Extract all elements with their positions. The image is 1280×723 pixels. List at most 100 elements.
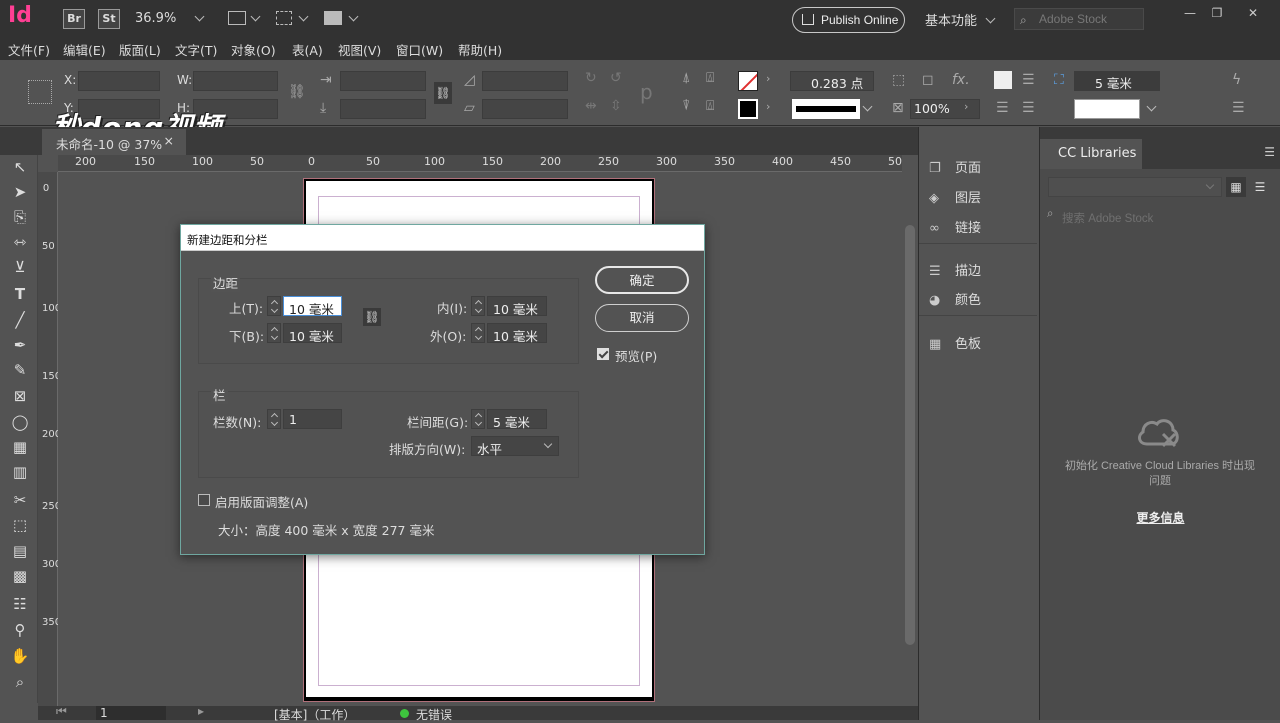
quick-apply-icon[interactable]: ϟ [1232,72,1241,88]
frame-fitting-icon[interactable]: ⬚ [892,72,905,88]
bottom-margin-field[interactable]: 10 毫米 [283,323,342,344]
eyedropper-tool-icon[interactable]: ⚲ [10,621,30,641]
workspace-switcher[interactable]: 基本功能 [925,10,996,29]
align-icon[interactable] [994,71,1012,89]
list-view-icon[interactable]: ☰ [1250,177,1270,197]
pencil-tool-icon[interactable]: ✎ [10,361,30,381]
constrain-proportions-icon[interactable]: ⛓ [288,84,306,100]
arrange-documents-icon[interactable] [324,11,342,25]
publish-online-button[interactable]: Publish Online [792,7,905,33]
gutter-field[interactable]: 5 毫米 [487,409,547,430]
ellipse-tool-icon[interactable]: ◯ [10,413,30,433]
panel-links[interactable]: ∞ 链接 [929,217,981,236]
horizontal-ruler[interactable]: 200 150 100 50 0 50 100 150 200 250 300 … [58,155,902,172]
menu-file[interactable]: 文件(F) [8,40,50,59]
gradient-swatch-tool-icon[interactable]: ▤ [10,542,30,562]
select-previous-icon[interactable]: ⍍ [706,70,714,86]
reference-point-icon[interactable] [28,80,52,104]
menu-window[interactable]: 窗口(W) [396,40,443,59]
page-tool-icon[interactable]: ⎘ [10,208,30,228]
chevron-down-icon[interactable] [862,101,873,112]
free-transform-tool-icon[interactable]: ⬚ [10,516,30,536]
restore-button[interactable]: ❐ [1204,6,1230,20]
close-window-button[interactable]: ✕ [1240,6,1266,20]
menu-view[interactable]: 视图(V) [338,40,381,59]
opacity-field[interactable]: 100% [910,99,980,119]
note-tool-icon[interactable]: ☷ [10,595,30,615]
master-page-label[interactable]: [基本]（工作） [274,706,355,723]
top-stepper[interactable] [267,296,281,316]
adobe-stock-search[interactable]: ⌕ Adobe Stock [1014,8,1144,30]
select-next-icon[interactable]: ⍍ [706,98,714,114]
page-number-field[interactable]: 1 [96,706,166,720]
inside-stepper[interactable] [471,296,485,316]
first-page-icon[interactable]: ⏮ [56,704,67,719]
menu-help[interactable]: 帮助(H) [458,40,502,59]
stroke-type-select[interactable] [792,99,860,119]
scale-x-field[interactable] [340,71,426,91]
panel-swatches[interactable]: ▦ 色板 [929,333,981,352]
direct-selection-tool-icon[interactable]: ➤ [10,183,30,203]
menu-type[interactable]: 文字(T) [175,40,217,59]
menu-table[interactable]: 表(A) [292,40,323,59]
scale-y-field[interactable] [340,99,426,119]
panel-menu-icon[interactable]: ☰ [1264,145,1275,159]
preflight-status[interactable]: 无错误 [416,706,452,723]
close-tab-icon[interactable]: × [164,133,174,148]
stroke-swatch[interactable] [738,99,758,119]
grid-view-icon[interactable]: ▦ [1226,177,1246,197]
flip-vertical-icon[interactable]: ⇳ [610,98,622,114]
stock-button[interactable]: St [98,9,120,29]
gutter-stepper[interactable] [471,409,485,429]
bottom-stepper[interactable] [267,323,281,343]
gradient-feather-tool-icon[interactable]: ▩ [10,567,30,587]
chevron-down-icon[interactable] [348,11,359,22]
column-count-field[interactable]: 1 [283,409,342,429]
rotate-cw-icon[interactable]: ↻ [585,70,597,86]
document-tab[interactable]: 未命名-10 @ 37% × [42,129,186,155]
outside-margin-field[interactable]: 10 毫米 [487,323,547,344]
zoom-tool-icon[interactable]: ⌕ [10,673,30,693]
rectangle-frame-tool-icon[interactable]: ⊠ [10,387,30,407]
content-collector-icon[interactable]: ⊻ [10,258,30,278]
zoom-level[interactable]: 36.9% [135,11,176,26]
text-frame-options-icon[interactable]: ☰ [1022,72,1035,88]
inside-margin-field[interactable]: 10 毫米 [487,296,547,317]
scroll-thumb[interactable] [905,225,915,645]
select-container-icon[interactable]: ⍋ [682,70,690,86]
pen-tool-icon[interactable]: ✒ [10,336,30,356]
chevron-right-icon[interactable]: › [766,72,770,85]
panel-stroke[interactable]: ☰ 描边 [929,260,981,279]
table-tool-icon[interactable]: ▦ [10,438,30,458]
chevron-down-icon[interactable] [194,11,205,22]
grid-tool-icon[interactable]: ▥ [10,463,30,483]
fill-swatch[interactable] [738,71,758,91]
effects-fx-icon[interactable]: fx. [952,72,970,88]
chevron-right-icon[interactable]: › [766,100,770,113]
link-margins-icon[interactable]: ⛓ [363,308,381,326]
panel-layers[interactable]: ◈ 图层 [929,187,981,206]
align-center-icon[interactable]: ☰ [996,100,1009,116]
chevron-down-icon[interactable] [250,11,261,22]
preview-checkbox[interactable] [597,348,609,360]
text-frame-color-select[interactable] [1074,99,1140,119]
type-tool-icon[interactable]: T [10,285,30,305]
view-options-icon[interactable] [228,11,246,25]
menu-layout[interactable]: 版面(L) [119,40,161,59]
bridge-button[interactable]: Br [63,9,85,29]
flip-horizontal-icon[interactable]: ⇹ [585,98,597,114]
minimize-button[interactable]: — [1177,6,1203,20]
align-bottom-icon[interactable]: ☰ [1022,100,1035,116]
shear-field[interactable] [482,99,568,119]
width-field[interactable] [193,71,278,91]
vertical-scrollbar[interactable] [902,155,918,706]
select-content-icon[interactable]: ⍒ [682,98,690,114]
chevron-down-icon[interactable] [298,11,309,22]
ok-button[interactable]: 确定 [595,266,689,294]
rotation-field[interactable] [482,71,568,91]
next-page-icon[interactable]: ▸ [198,704,204,718]
link-icon[interactable]: ⛓ [434,82,452,104]
scissors-tool-icon[interactable]: ✂ [10,491,30,511]
rotate-ccw-icon[interactable]: ↺ [610,70,622,86]
panel-color[interactable]: ◕ 颜色 [929,289,981,308]
